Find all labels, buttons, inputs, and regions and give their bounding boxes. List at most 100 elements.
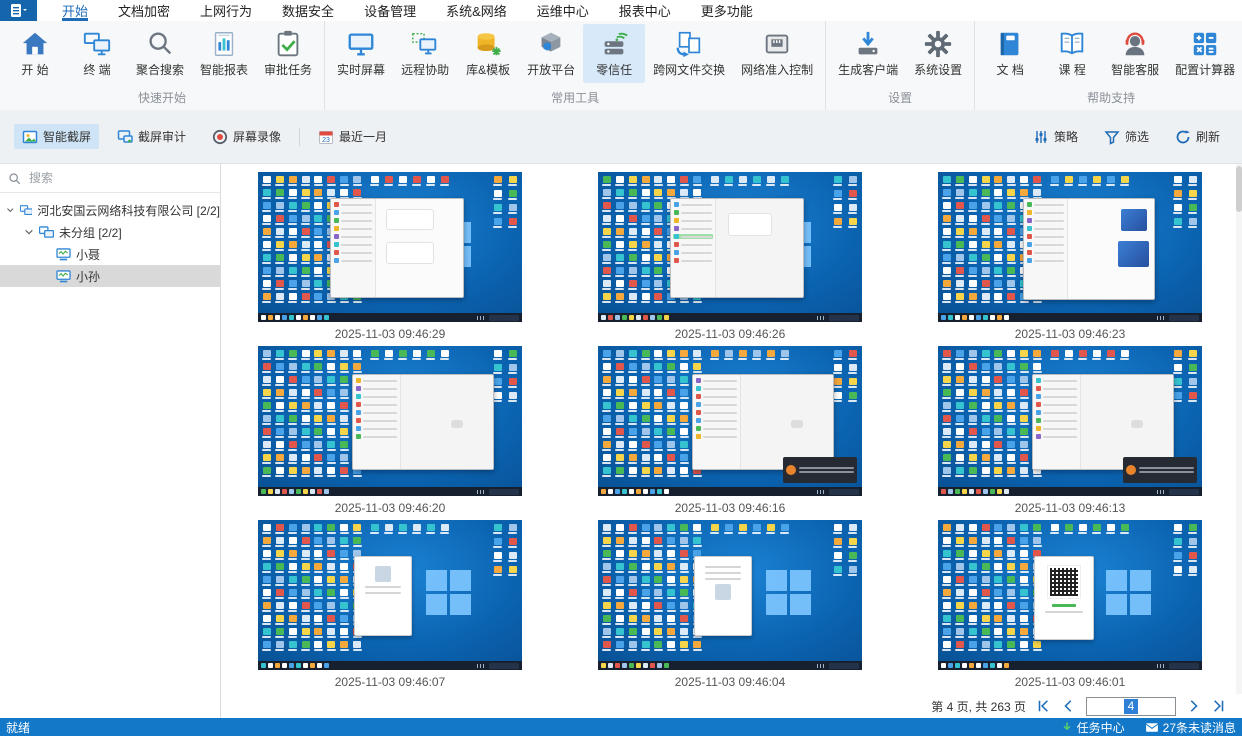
tree-node-terminal-xiaonie[interactable]: 小聂 [0, 243, 220, 265]
desktop-decoration [483, 316, 484, 320]
desktop-decoration [833, 524, 842, 534]
screenshot-thumbnail[interactable]: 2025-11-03 09:46:20 [258, 346, 522, 520]
desktop-decoration [1007, 623, 1016, 625]
first-page-button[interactable] [1034, 697, 1052, 715]
desktop-decoration [327, 397, 336, 399]
screenshot-thumbnail[interactable]: 2025-11-03 09:46:13 [938, 346, 1202, 520]
cross-network-file-button[interactable]: 跨网文件交换 [645, 24, 733, 83]
smart-screenshot-button[interactable]: 智能截屏 [14, 124, 99, 149]
search-input[interactable] [27, 170, 212, 186]
desktop-decoration [994, 376, 1002, 383]
terminal-button[interactable]: 终 端 [66, 24, 128, 83]
chevron-down-icon[interactable] [6, 205, 15, 215]
desktop-decoration [1019, 550, 1029, 563]
desktop-decoration [615, 636, 624, 638]
unread-messages-button[interactable]: 27条未读消息 [1145, 719, 1236, 736]
desktop-decoration [1188, 184, 1197, 186]
tree-node-company[interactable]: 河北安国云网络科技有限公司 [2/2] [0, 199, 220, 221]
page-number-input[interactable]: 4 [1086, 697, 1176, 716]
course-button[interactable]: 课 程 [1041, 24, 1103, 83]
desktop-decoration [602, 462, 611, 464]
chevron-down-icon[interactable] [24, 227, 34, 237]
screenshot-audit-button[interactable]: 截屏审计 [109, 124, 194, 149]
screenshot-thumbnail[interactable]: 2025-11-03 09:46:29 [258, 172, 522, 346]
tab-device-mgmt[interactable]: 设备管理 [349, 0, 431, 21]
tab-report-center[interactable]: 报表中心 [604, 0, 686, 21]
tab-doc-encrypt[interactable]: 文档加密 [103, 0, 185, 21]
desktop-decoration [262, 423, 271, 425]
screen-record-button[interactable]: 屏幕录像 [204, 124, 289, 149]
system-settings-button[interactable]: 系统设置 [906, 24, 970, 83]
desktop-decoration [1006, 467, 1016, 480]
desktop-decoration [262, 184, 271, 186]
tab-more-features[interactable]: 更多功能 [686, 0, 768, 21]
desktop-decoration [353, 375, 401, 469]
document-button[interactable]: 文 档 [979, 24, 1041, 83]
tree-node-terminal-xiaosun[interactable]: 小孙 [0, 265, 220, 287]
desktop-decoration [314, 402, 324, 415]
network-access-control-button[interactable]: 网络准入控制 [733, 24, 821, 83]
desktop-decoration [942, 202, 952, 215]
desktop-decoration [615, 454, 625, 467]
policy-button[interactable]: 策略 [1025, 124, 1086, 149]
desktop-decoration [262, 467, 272, 480]
screenshot-thumbnail[interactable]: 2025-11-03 09:46:07 [258, 520, 522, 694]
config-calculator-button[interactable]: 配置计算器 [1167, 24, 1242, 83]
task-center-button[interactable]: 任务中心 [1061, 719, 1125, 736]
desktop-decoration [848, 386, 857, 388]
last-page-button[interactable] [1210, 697, 1228, 715]
realtime-screen-button[interactable]: 实时屏幕 [329, 24, 393, 83]
desktop-decoration [339, 415, 349, 428]
desktop-decoration [263, 524, 271, 531]
generate-client-button[interactable]: 生成客户端 [830, 24, 906, 83]
desktop-decoration [1007, 615, 1015, 622]
desktop-decoration [602, 350, 702, 480]
screenshot-thumbnail[interactable]: 2025-11-03 09:46:16 [598, 346, 862, 520]
next-page-button[interactable] [1184, 697, 1202, 715]
tab-ops-center[interactable]: 运维中心 [522, 0, 604, 21]
vertical-scrollbar[interactable] [1236, 164, 1242, 694]
start-button[interactable]: 开 始 [4, 24, 66, 83]
tab-data-security[interactable]: 数据安全 [267, 0, 349, 21]
filter-button[interactable]: 筛选 [1096, 124, 1157, 149]
desktop-decoration [426, 350, 435, 360]
desktop-decoration [288, 301, 297, 303]
tab-system-network[interactable]: 系统&网络 [431, 0, 522, 21]
desktop-decoration [666, 602, 676, 615]
search-icon [145, 29, 175, 59]
app-menu-button[interactable] [0, 0, 37, 21]
prev-page-button[interactable] [1060, 697, 1078, 715]
desktop-decoration [1188, 560, 1197, 562]
library-template-button[interactable]: 库&模板 [457, 24, 519, 83]
open-platform-button[interactable]: 开放平台 [519, 24, 583, 83]
prev-page-icon [1062, 699, 1076, 713]
desktop-decoration [641, 615, 651, 628]
desktop-decoration [615, 449, 624, 451]
date-range-button[interactable]: 23 最近一月 [310, 124, 395, 149]
screenshot-thumbnail[interactable]: 2025-11-03 09:46:26 [598, 172, 862, 346]
desktop-decoration [302, 254, 310, 261]
aggregate-search-button[interactable]: 聚合搜索 [128, 24, 192, 83]
screenshot-thumbnail[interactable]: 2025-11-03 09:46:01 [938, 520, 1202, 694]
desktop-decoration [262, 249, 271, 251]
approval-task-button[interactable]: 审批任务 [256, 24, 320, 83]
smart-report-button[interactable]: 智能报表 [192, 24, 256, 83]
zero-trust-button[interactable]: 零信任 [583, 24, 645, 83]
ai-support-button[interactable]: 智能客服 [1103, 24, 1167, 83]
tab-web-behavior[interactable]: 上网行为 [185, 0, 267, 21]
search-box[interactable] [0, 164, 220, 193]
refresh-button[interactable]: 刷新 [1167, 124, 1228, 149]
desktop-decoration [1123, 457, 1197, 483]
desktop-decoration [1189, 176, 1197, 183]
desktop-decoration [833, 566, 842, 576]
desktop-decoration [629, 537, 637, 544]
desktop-decoration [641, 280, 651, 293]
screenshot-thumbnail[interactable]: 2025-11-03 09:46:23 [938, 172, 1202, 346]
desktop-decoration [1019, 389, 1029, 402]
tab-home[interactable]: 开始 [47, 0, 103, 21]
tree-node-ungrouped[interactable]: 未分组 [2/2] [0, 221, 220, 243]
desktop-decoration [711, 176, 719, 183]
remote-assist-button[interactable]: 远程协助 [393, 24, 457, 83]
screenshot-thumbnail[interactable]: 2025-11-03 09:46:04 [598, 520, 862, 694]
scrollbar-thumb[interactable] [1236, 166, 1242, 212]
